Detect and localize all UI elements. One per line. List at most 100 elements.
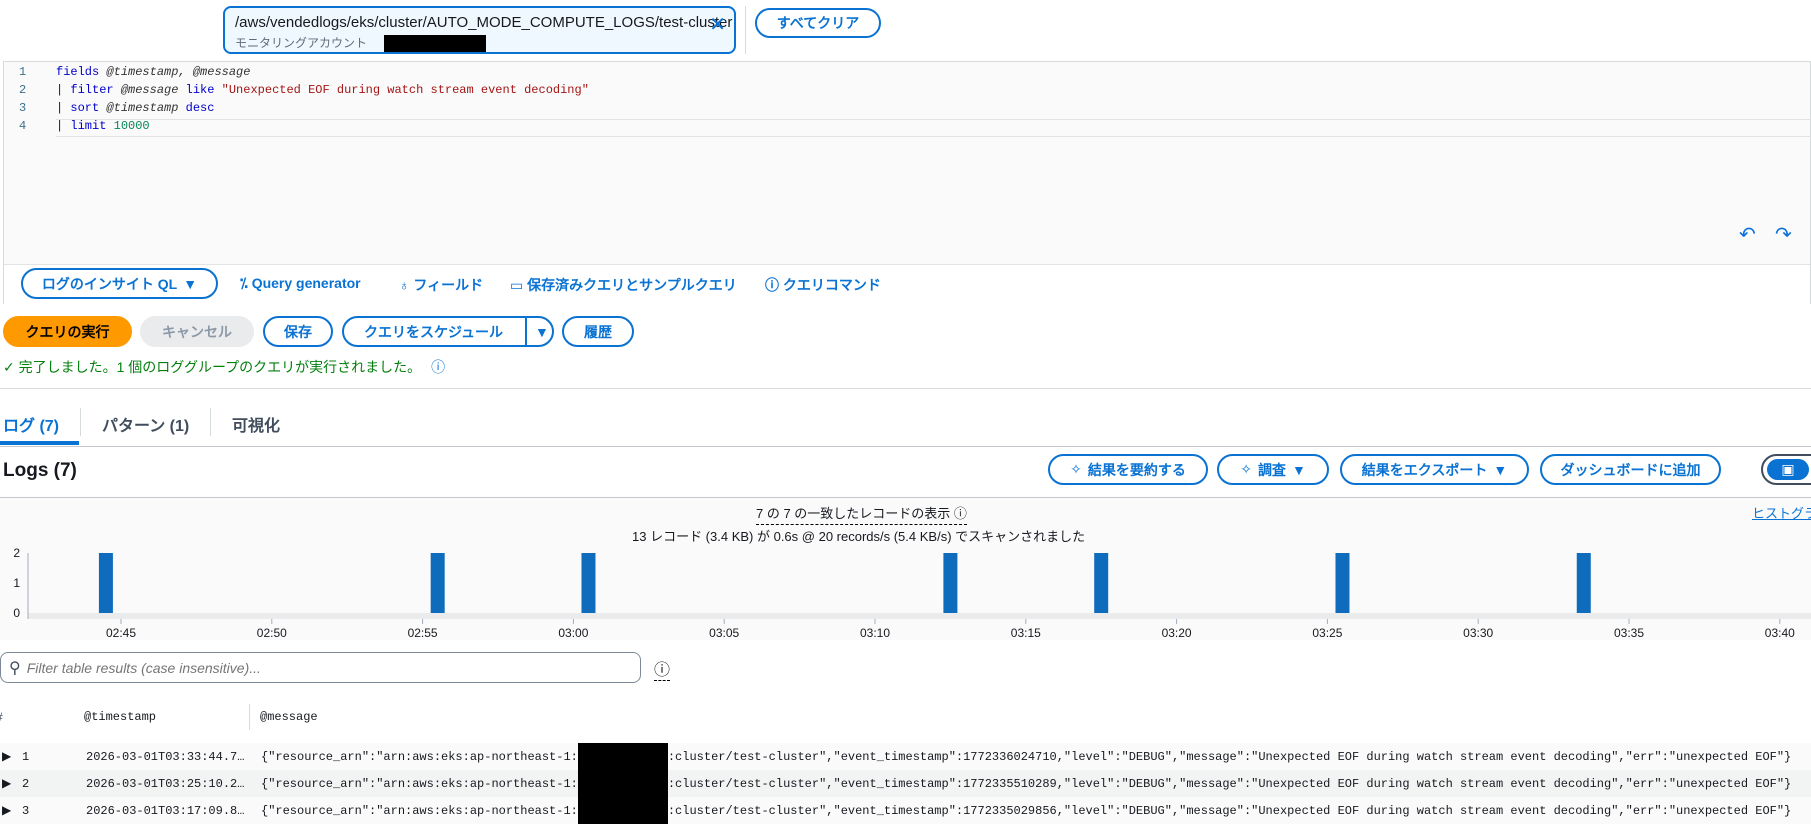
histogram-bar: [1576, 553, 1591, 613]
query-editor[interactable]: 1 2 3 4 fields @timestamp, @message | fi…: [3, 61, 1811, 304]
x-axis-band: [28, 613, 1811, 619]
sparkle-icon: ✧: [1240, 461, 1252, 477]
redacted-account: [577, 797, 668, 824]
sparkle-icon: ✧: [1070, 461, 1082, 477]
info-icon[interactable]: ⓘ: [431, 359, 445, 375]
query-toolbar: ログのインサイト QL ▼ ⁒ Query generator ♁ フィールド ▭…: [4, 264, 1810, 304]
redacted-account: [384, 35, 487, 53]
log-group-chip: /aws/vendedlogs/eks/cluster/AUTO_MODE_CO…: [223, 6, 736, 54]
x-tick-label: 02:45: [106, 626, 136, 640]
tab-logs[interactable]: ログ (7): [3, 412, 59, 436]
panel-icon: ▣: [1767, 459, 1809, 480]
table-row[interactable]: ▶ 3 2026-03-01T03:17:09.8… {"resource_ar…: [0, 797, 1811, 824]
expand-row-icon[interactable]: ▶: [2, 749, 11, 764]
matched-records[interactable]: 7 の 7 の一致したレコードの表示 ⓘ: [756, 503, 967, 525]
add-to-dashboard-button[interactable]: ダッシュボードに追加: [1540, 454, 1721, 485]
info-icon: ⓘ: [953, 506, 967, 521]
tab-visualization[interactable]: 可視化: [232, 412, 280, 436]
success-icon: ✓: [3, 359, 19, 375]
row-timestamp: 2026-03-01T03:33:44.7…: [86, 749, 245, 764]
row-timestamp: 2026-03-01T03:25:10.2…: [86, 776, 245, 791]
code-line-3: | sort @timestamp desc: [56, 101, 215, 115]
tab-patterns[interactable]: パターン (1): [102, 412, 189, 436]
line-number: 3: [19, 101, 27, 115]
row-number: 1: [22, 749, 30, 764]
histogram-link[interactable]: ヒストグラ: [1752, 503, 1811, 522]
histogram-chart: 0 1 2 02:45 02:50 02:55 03:00 03:05 03:10 03:15 03…: [13, 546, 1811, 640]
line-number: 4: [19, 119, 27, 133]
row-message: {"resource_arn":"arn:aws:eks:ap-northeas…: [261, 743, 1791, 770]
view-toggle[interactable]: ▣: [1761, 454, 1811, 485]
col-header-number: #: [0, 710, 3, 724]
fields-link[interactable]: ♁ フィールド: [399, 275, 483, 295]
table-header: # @timestamp @message: [0, 696, 1811, 740]
divider: [745, 6, 746, 54]
filter-text-field[interactable]: [26, 659, 617, 676]
x-tick-label: 03:25: [1312, 626, 1342, 640]
log-group-name: /aws/vendedlogs/eks/cluster/AUTO_MODE_CO…: [235, 14, 733, 31]
table-row[interactable]: ▶ 2 2026-03-01T03:25:10.2… {"resource_ar…: [0, 770, 1811, 797]
remove-log-group-icon[interactable]: ✕: [709, 12, 726, 37]
folder-icon: ▭: [510, 277, 528, 293]
caret-down-icon: ▼: [1493, 461, 1508, 478]
investigate-button[interactable]: ✧ 調査 ▼: [1217, 454, 1329, 485]
x-tick-label: 03:20: [1162, 626, 1192, 640]
run-query-button[interactable]: クエリの実行: [3, 316, 132, 347]
col-header-message[interactable]: @message: [260, 710, 318, 724]
y-tick-label: 2: [13, 546, 20, 560]
query-generator-link[interactable]: ⁒ Query generator: [240, 275, 361, 292]
schedule-dropdown-icon[interactable]: ▼: [525, 318, 549, 345]
histogram-bar: [430, 553, 445, 613]
redo-icon[interactable]: ↷: [1775, 222, 1792, 247]
expand-row-icon[interactable]: ▶: [2, 776, 11, 791]
sparkle-icon: ⁒: [240, 275, 252, 291]
save-button[interactable]: 保存: [263, 316, 333, 347]
code-line-2: | filter @message like "Unexpected EOF d…: [56, 83, 589, 97]
status-message: ✓ 完了しました。1 個のロググループのクエリが実行されました。 ⓘ: [3, 359, 446, 375]
histogram-bar: [1094, 553, 1109, 613]
x-tick-label: 02:50: [257, 626, 287, 640]
line-number: 2: [19, 83, 27, 97]
x-tick-label: 03:35: [1614, 626, 1644, 640]
y-tick-label: 1: [13, 576, 20, 590]
histogram-bar: [581, 553, 596, 613]
current-line-highlight: [56, 119, 1811, 137]
redacted-account: [577, 743, 668, 770]
lightbulb-icon: ♁: [399, 277, 414, 293]
x-tick-label: 03:05: [709, 626, 739, 640]
row-timestamp: 2026-03-01T03:17:09.8…: [86, 803, 245, 818]
code-line-1: fields @timestamp, @message: [56, 65, 251, 79]
redacted-account: [577, 770, 668, 797]
export-button[interactable]: 結果をエクスポート ▼: [1340, 454, 1529, 485]
search-icon: ⚲: [9, 659, 21, 677]
account-label: モニタリングアカウント: [235, 36, 368, 50]
clear-all-button[interactable]: すべてクリア: [755, 8, 881, 38]
expand-row-icon[interactable]: ▶: [2, 803, 11, 818]
filter-input[interactable]: ⚲: [0, 652, 641, 683]
row-number: 2: [22, 776, 30, 791]
table-row[interactable]: ▶ 1 2026-03-01T03:33:44.7… {"resource_ar…: [0, 743, 1811, 770]
active-tab-indicator: [0, 441, 79, 445]
help-icon: ⓘ: [765, 277, 783, 293]
col-header-timestamp[interactable]: @timestamp: [84, 710, 156, 724]
cancel-button[interactable]: キャンセル: [140, 316, 254, 347]
history-button[interactable]: 履歴: [562, 316, 634, 347]
x-tick-label: 03:15: [1011, 626, 1041, 640]
saved-queries-link[interactable]: ▭ 保存済みクエリとサンプルクエリ: [510, 275, 737, 295]
info-icon[interactable]: ⓘ: [654, 656, 671, 681]
code-line-4: | limit 10000: [56, 119, 150, 133]
query-language-dropdown[interactable]: ログのインサイト QL ▼: [21, 268, 218, 299]
histogram-bar: [1335, 553, 1350, 613]
x-tick-label: 03:10: [860, 626, 890, 640]
line-number: 1: [19, 65, 27, 79]
x-tick-label: 03:00: [558, 626, 588, 640]
schedule-query-button[interactable]: クエリをスケジュール ▼: [342, 316, 554, 347]
x-tick-label: 02:55: [408, 626, 438, 640]
x-tick-label: 03:30: [1463, 626, 1493, 640]
x-tick-label: 03:40: [1765, 626, 1795, 640]
summarize-button[interactable]: ✧ 結果を要約する: [1048, 454, 1208, 485]
caret-down-icon: ▼: [1291, 461, 1306, 478]
undo-icon[interactable]: ↶: [1739, 222, 1756, 247]
query-commands-link[interactable]: ⓘ クエリコマンド: [765, 275, 881, 295]
line-gutter: 1 2 3 4: [4, 62, 56, 262]
